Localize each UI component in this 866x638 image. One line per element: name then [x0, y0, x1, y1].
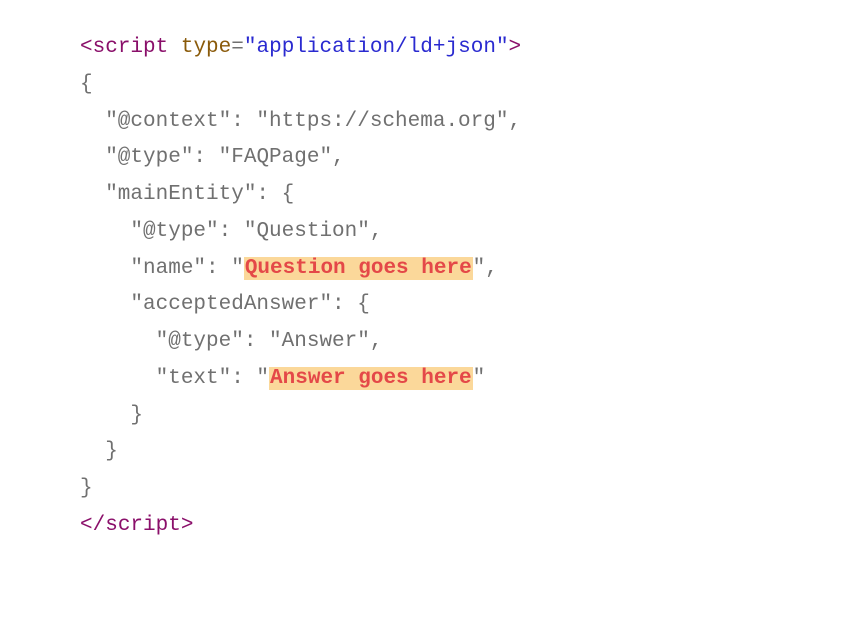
json-ans-type-key: "@type": " [80, 330, 282, 353]
code-line-2: { [80, 67, 786, 104]
tag-open-bracket: < [80, 36, 93, 59]
code-line-14: </script> [80, 508, 786, 545]
code-line-10: "text": "Answer goes here" [80, 361, 786, 398]
code-line-3: "@context": "https://schema.org", [80, 104, 786, 141]
code-line-7: "name": "Question goes here", [80, 251, 786, 288]
code-line-8: "acceptedAnswer": { [80, 287, 786, 324]
code-line-13: } [80, 471, 786, 508]
attr-name-type: type [181, 36, 231, 59]
tag-close-close-bracket: > [181, 514, 194, 537]
json-q-type-val: Question [256, 220, 357, 243]
json-context-end: ", [496, 110, 521, 133]
code-line-11: } [80, 398, 786, 435]
json-type-end: ", [319, 146, 344, 169]
attr-quote-close: " [496, 36, 509, 59]
json-ans-type-end: ", [357, 330, 382, 353]
json-name-key: "name": " [80, 257, 244, 280]
highlight-question: Question goes here [244, 257, 473, 280]
code-snippet: <script type="application/ld+json">{ "@c… [0, 0, 866, 575]
json-text-end: " [473, 367, 486, 390]
json-context-val: https://schema.org [269, 110, 496, 133]
code-line-1: <script type="application/ld+json"> [80, 30, 786, 67]
attr-value-type: application/ld+json [256, 36, 495, 59]
code-line-6: "@type": "Question", [80, 214, 786, 251]
attr-eq: = [231, 36, 244, 59]
json-ans-type-val: Answer [282, 330, 358, 353]
tag-name-close: script [105, 514, 181, 537]
json-name-end: ", [473, 257, 498, 280]
highlight-answer: Answer goes here [269, 367, 473, 390]
json-type-key: "@type": " [80, 146, 231, 169]
code-line-12: } [80, 434, 786, 471]
code-line-4: "@type": "FAQPage", [80, 140, 786, 177]
json-q-type-key: "@type": " [80, 220, 256, 243]
attr-quote-open: " [244, 36, 257, 59]
tag-close-open-bracket: </ [80, 514, 105, 537]
json-context-key: "@context": " [80, 110, 269, 133]
json-text-key: "text": " [80, 367, 269, 390]
code-line-5: "mainEntity": { [80, 177, 786, 214]
json-type-val: FAQPage [231, 146, 319, 169]
tag-close-bracket: > [509, 36, 522, 59]
json-q-type-end: ", [357, 220, 382, 243]
tag-name-open: script [93, 36, 169, 59]
code-line-9: "@type": "Answer", [80, 324, 786, 361]
